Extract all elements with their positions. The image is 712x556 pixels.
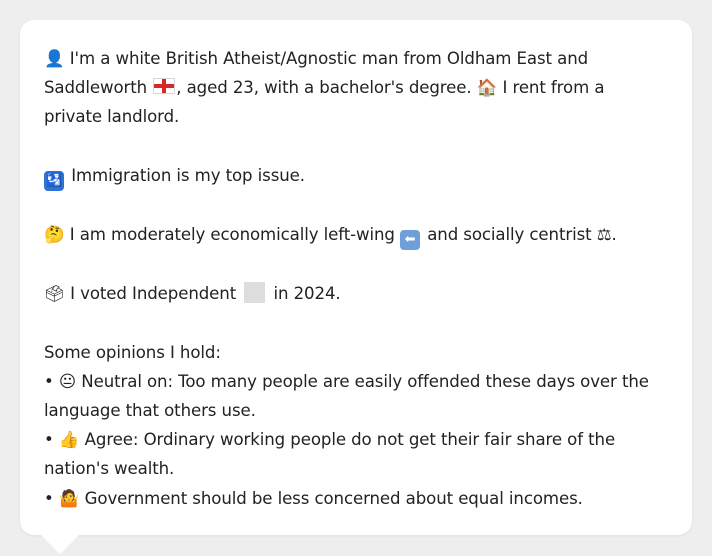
top-issue-paragraph: 🛂 Immigration is my top issue. [44, 161, 664, 191]
thinking-face-icon: 🤔 [44, 224, 65, 244]
message-bubble: 👤 I'm a white British Atheist/Agnostic m… [20, 20, 692, 535]
opinion-item: • 😐 Neutral on: Too many people are easi… [44, 367, 664, 425]
person-silhouette-icon: 👤 [44, 49, 65, 68]
left-arrow-icon: ⬅ [400, 229, 421, 250]
stance-text-3: . [611, 224, 617, 244]
passport-control-icon: 🛂 [44, 170, 64, 191]
message-bubble-tail [40, 534, 80, 554]
bullet-point: • [44, 371, 54, 391]
opinion-item: • 👍 Agree: Ordinary working people do no… [44, 425, 664, 483]
message-content: 👤 I'm a white British Atheist/Agnostic m… [44, 44, 664, 513]
stance-text-1: I am moderately economically left-wing [69, 224, 395, 244]
bullet-point: • [44, 430, 54, 450]
vote-paragraph: 🗳 I voted Independent in 2024. [44, 279, 664, 308]
stance-text-2: and socially centrist [427, 224, 592, 244]
stance-paragraph: 🤔 I am moderately economically left-wing… [44, 220, 664, 250]
shrug-icon: 🤷 [58, 488, 80, 508]
neutral-face-icon: 😐 [58, 371, 77, 391]
intro-paragraph: 👤 I'm a white British Atheist/Agnostic m… [44, 44, 664, 132]
house-icon: 🏠 [476, 78, 498, 98]
vote-text-2: in 2024. [273, 284, 341, 304]
ballot-box-icon: 🗳 [44, 284, 65, 304]
thumbs-up-icon: 👍 [58, 430, 80, 450]
opinion-text: Neutral on: Too many people are easily o… [44, 371, 649, 420]
party-color-swatch [244, 282, 266, 304]
bullet-point: • [44, 488, 54, 508]
opinions-heading: Some opinions I hold: [44, 342, 221, 362]
top-issue-text: Immigration is my top issue. [71, 165, 305, 185]
opinion-item: • 🤷 Government should be less concerned … [44, 484, 664, 513]
balance-scale-icon: ⚖ [596, 224, 612, 244]
intro-text-2: , aged 23, with a bachelor's degree. [176, 78, 472, 98]
opinion-text: Government should be less concerned abou… [84, 488, 583, 508]
vote-text-1: I voted Independent [70, 284, 237, 304]
england-flag-icon [153, 78, 176, 95]
opinion-text: Agree: Ordinary working people do not ge… [44, 430, 616, 479]
